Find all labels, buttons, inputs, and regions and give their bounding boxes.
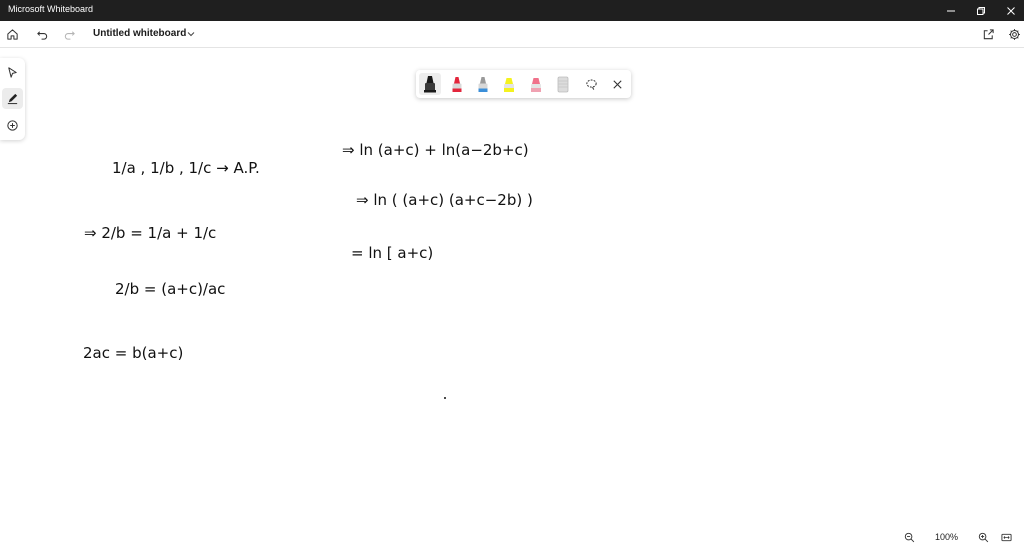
zoom-out-icon <box>904 532 914 542</box>
app-bar: Untitled whiteboard <box>0 21 1024 48</box>
minimize-button[interactable] <box>936 0 966 21</box>
restore-icon <box>977 6 985 15</box>
ink-line-product: 2ac = b(a+c) <box>83 344 183 362</box>
zoom-in-icon <box>978 532 988 542</box>
fit-screen-icon <box>1000 533 1012 541</box>
zoom-controls: 100% <box>895 528 1024 546</box>
close-icon <box>1007 6 1015 15</box>
board-title[interactable]: Untitled whiteboard <box>93 28 186 39</box>
gear-icon <box>1008 28 1020 40</box>
share-icon <box>983 28 994 39</box>
title-bar: Microsoft Whiteboard <box>0 0 1024 21</box>
ink-line-log-sum: ⇒ ln (a+c) + ln(a−2b+c) <box>342 141 529 159</box>
window-title: Microsoft Whiteboard <box>8 4 94 14</box>
ink-line-log-product: ⇒ ln ( (a+c) (a+c−2b) ) <box>356 191 533 209</box>
ink-line-ap: 1/a , 1/b , 1/c → A.P. <box>112 159 260 177</box>
zoom-in-button[interactable] <box>976 530 990 544</box>
settings-button[interactable] <box>1006 26 1022 42</box>
home-icon <box>6 28 18 40</box>
ink-line-reciprocal-sum: ⇒ 2/b = 1/a + 1/c <box>84 224 216 242</box>
restore-button[interactable] <box>966 0 996 21</box>
fit-screen-button[interactable] <box>999 530 1013 544</box>
minimize-icon <box>947 10 955 11</box>
redo-icon <box>64 30 75 40</box>
redo-button[interactable] <box>61 26 77 42</box>
home-button[interactable] <box>4 26 20 42</box>
zoom-out-button[interactable] <box>902 530 916 544</box>
ink-line-log-bracket: = ln [ a+c) <box>351 244 433 262</box>
ink-dot <box>444 397 446 399</box>
ink-line-fraction: 2/b = (a+c)/ac <box>115 280 225 298</box>
zoom-level[interactable]: 100% <box>935 532 958 542</box>
undo-icon <box>36 30 47 40</box>
undo-button[interactable] <box>34 26 50 42</box>
share-button[interactable] <box>980 26 996 42</box>
chevron-down-icon[interactable] <box>186 29 196 39</box>
ink-canvas[interactable]: 1/a , 1/b , 1/c → A.P. ⇒ 2/b = 1/a + 1/c… <box>0 48 1024 528</box>
close-window-button[interactable] <box>996 0 1024 21</box>
